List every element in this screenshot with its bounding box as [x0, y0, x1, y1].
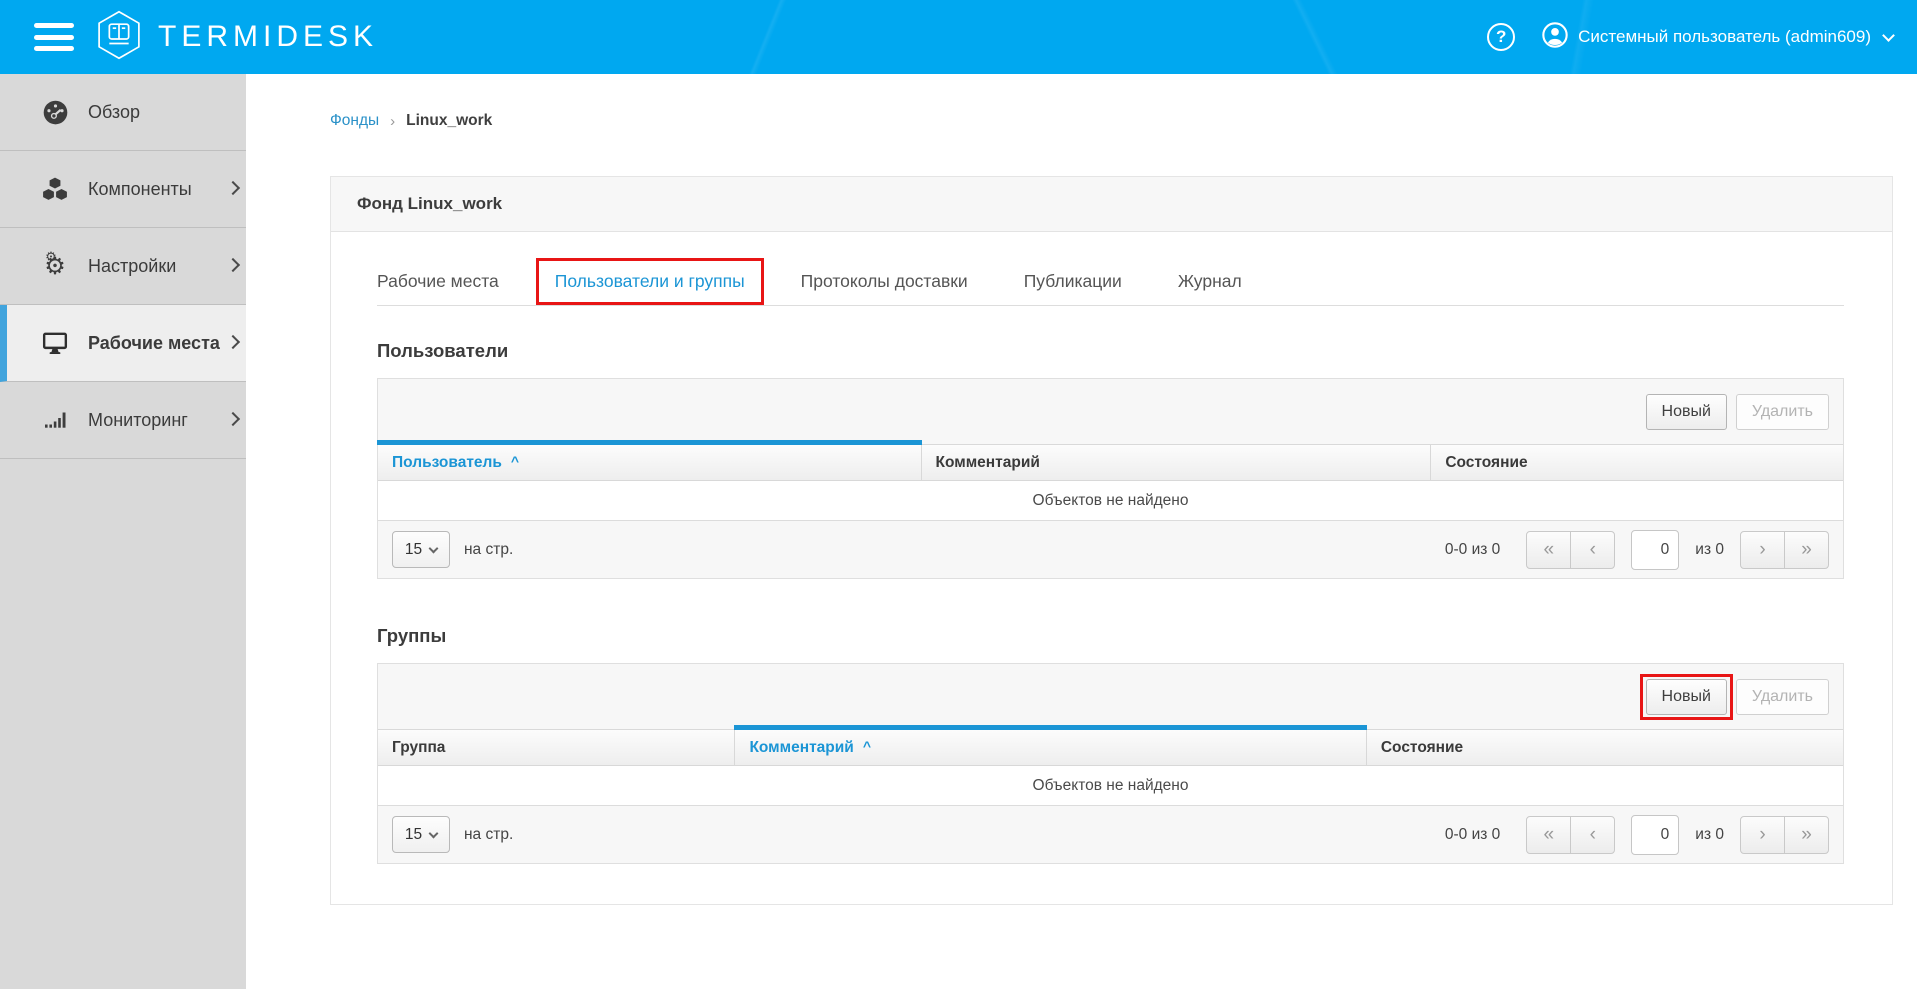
- users-column-user[interactable]: Пользователь ^: [377, 440, 922, 481]
- chevron-down-icon: [1882, 28, 1895, 42]
- termidesk-hexagon-logo-icon: [96, 10, 142, 65]
- chevron-down-icon: [428, 543, 439, 553]
- user-name-label: Системный пользователь (admin609): [1578, 27, 1871, 46]
- users-table-header: Пользователь ^ Комментарий Состояние: [377, 440, 1843, 481]
- groups-pager-back-group: « ‹: [1526, 815, 1616, 854]
- groups-column-group[interactable]: Группа: [378, 730, 736, 766]
- users-last-page-button[interactable]: »: [1784, 530, 1829, 569]
- groups-pagination: 15 на стр. 0-0 из 0 « ‹ из 0: [378, 805, 1843, 863]
- sidebar-item-label: Рабочие места: [88, 332, 220, 353]
- sort-ascending-icon: ^: [862, 737, 872, 754]
- hamburger-menu-icon[interactable]: [34, 23, 74, 51]
- users-heading: Пользователи: [377, 340, 509, 361]
- groups-delete-button[interactable]: Удалить: [1735, 678, 1829, 715]
- users-page-size-select[interactable]: 15: [392, 531, 450, 568]
- chevron-right-icon: [225, 334, 241, 350]
- groups-new-button[interactable]: Новый: [1645, 678, 1727, 715]
- users-page-input[interactable]: [1631, 529, 1680, 570]
- cubes-icon: [40, 176, 70, 202]
- sidebar-nav: Обзор Компоненты ⚙ ⚙ Настройки Рабочие м…: [0, 74, 246, 989]
- sidebar-item-monitoring[interactable]: Мониторинг: [0, 382, 246, 459]
- users-next-page-button[interactable]: ›: [1740, 530, 1785, 569]
- groups-of-label: из 0: [1695, 825, 1724, 843]
- groups-range-label: 0-0 из 0: [1444, 825, 1501, 843]
- breadcrumb-separator: ›: [390, 112, 396, 130]
- user-menu[interactable]: Системный пользователь (admin609): [1541, 21, 1895, 54]
- groups-page-input[interactable]: [1631, 814, 1680, 855]
- main-content: Фонды › Linux_work Фонд Linux_work Рабоч…: [246, 74, 1917, 989]
- chevron-right-icon: [225, 180, 241, 196]
- tab-journal[interactable]: Журнал: [1178, 271, 1242, 292]
- breadcrumb-link-funds[interactable]: Фонды: [330, 112, 379, 130]
- desktop-monitor-icon: [40, 330, 70, 356]
- dashboard-gauge-icon: [40, 99, 70, 125]
- users-toolbar: Новый Удалить: [378, 379, 1843, 445]
- per-page-label: на стр.: [464, 540, 514, 558]
- chevron-right-icon: [225, 411, 241, 427]
- users-of-label: из 0: [1695, 540, 1724, 558]
- users-pager-back-group: « ‹: [1526, 530, 1616, 569]
- tab-bar: Рабочие места Пользователи и группы Прот…: [377, 258, 1844, 306]
- users-column-state[interactable]: Состояние: [1431, 445, 1843, 481]
- groups-empty-row: Объектов не найдено: [378, 766, 1843, 805]
- header-actions: ? Системный пользователь (admin609): [1487, 21, 1917, 54]
- users-range-label: 0-0 из 0: [1444, 540, 1501, 558]
- tab-workplaces[interactable]: Рабочие места: [377, 271, 499, 292]
- groups-last-page-button[interactable]: »: [1784, 815, 1829, 854]
- breadcrumb: Фонды › Linux_work: [330, 112, 1917, 130]
- users-pager-forward-group: › »: [1740, 530, 1829, 569]
- users-table: Новый Удалить Пользователь ^ Комментарий: [377, 378, 1844, 579]
- sidebar-item-label: Мониторинг: [88, 409, 188, 430]
- sort-ascending-icon: ^: [510, 452, 520, 469]
- fund-panel: Фонд Linux_work Рабочие места Пользовате…: [330, 176, 1893, 905]
- sidebar-item-settings[interactable]: ⚙ ⚙ Настройки: [0, 228, 246, 305]
- per-page-label: на стр.: [464, 825, 514, 843]
- sidebar-item-label: Обзор: [88, 101, 140, 122]
- groups-column-comment[interactable]: Комментарий ^: [734, 725, 1368, 766]
- users-column-comment[interactable]: Комментарий: [921, 445, 1432, 481]
- users-new-button[interactable]: Новый: [1645, 393, 1727, 430]
- groups-table-header: Группа Комментарий ^ Состояние: [378, 725, 1843, 766]
- sidebar-item-label: Настройки: [88, 255, 177, 276]
- brand-wordmark: TERMIDESK: [158, 20, 379, 53]
- signal-bars-icon: [40, 407, 70, 433]
- chevron-right-icon: [225, 257, 241, 273]
- groups-next-page-button[interactable]: ›: [1740, 815, 1785, 854]
- tab-users-groups[interactable]: Пользователи и группы: [535, 258, 764, 305]
- sidebar-item-components[interactable]: Компоненты: [0, 151, 246, 228]
- panel-body: Рабочие места Пользователи и группы Прот…: [331, 232, 1892, 904]
- sidebar-item-workplaces[interactable]: Рабочие места: [0, 305, 246, 382]
- breadcrumb-current: Linux_work: [406, 112, 493, 129]
- app-root: TERMIDESK ? Системный пользователь (admi…: [0, 0, 1917, 989]
- sidebar-item-label: Компоненты: [88, 178, 192, 199]
- user-avatar-icon: [1541, 21, 1569, 54]
- brand-logo[interactable]: TERMIDESK: [96, 10, 378, 65]
- tab-delivery-protocols[interactable]: Протоколы доставки: [801, 271, 968, 292]
- users-empty-row: Объектов не найдено: [378, 481, 1843, 520]
- groups-heading: Группы: [377, 625, 447, 646]
- help-icon[interactable]: ?: [1487, 23, 1516, 51]
- users-delete-button[interactable]: Удалить: [1735, 393, 1829, 430]
- tab-publications[interactable]: Публикации: [1024, 271, 1122, 292]
- groups-toolbar: Новый Удалить: [378, 664, 1843, 730]
- panel-title: Фонд Linux_work: [331, 177, 1892, 232]
- users-pagination: 15 на стр. 0-0 из 0 « ‹ из 0: [378, 520, 1843, 578]
- top-header-bar: TERMIDESK ? Системный пользователь (admi…: [0, 0, 1917, 74]
- chevron-down-icon: [428, 828, 439, 838]
- groups-first-page-button[interactable]: «: [1526, 815, 1572, 854]
- sidebar-filler: [0, 459, 246, 989]
- groups-column-state[interactable]: Состояние: [1366, 730, 1843, 766]
- sidebar-item-overview[interactable]: Обзор: [0, 74, 246, 151]
- gears-icon: ⚙ ⚙: [44, 249, 66, 280]
- groups-table: Новый Удалить Группа Комментарий ^ Состо…: [377, 663, 1844, 864]
- groups-prev-page-button[interactable]: ‹: [1570, 815, 1616, 854]
- users-prev-page-button[interactable]: ‹: [1570, 530, 1616, 569]
- groups-pager-forward-group: › »: [1740, 815, 1829, 854]
- groups-page-size-select[interactable]: 15: [392, 816, 450, 853]
- users-first-page-button[interactable]: «: [1526, 530, 1572, 569]
